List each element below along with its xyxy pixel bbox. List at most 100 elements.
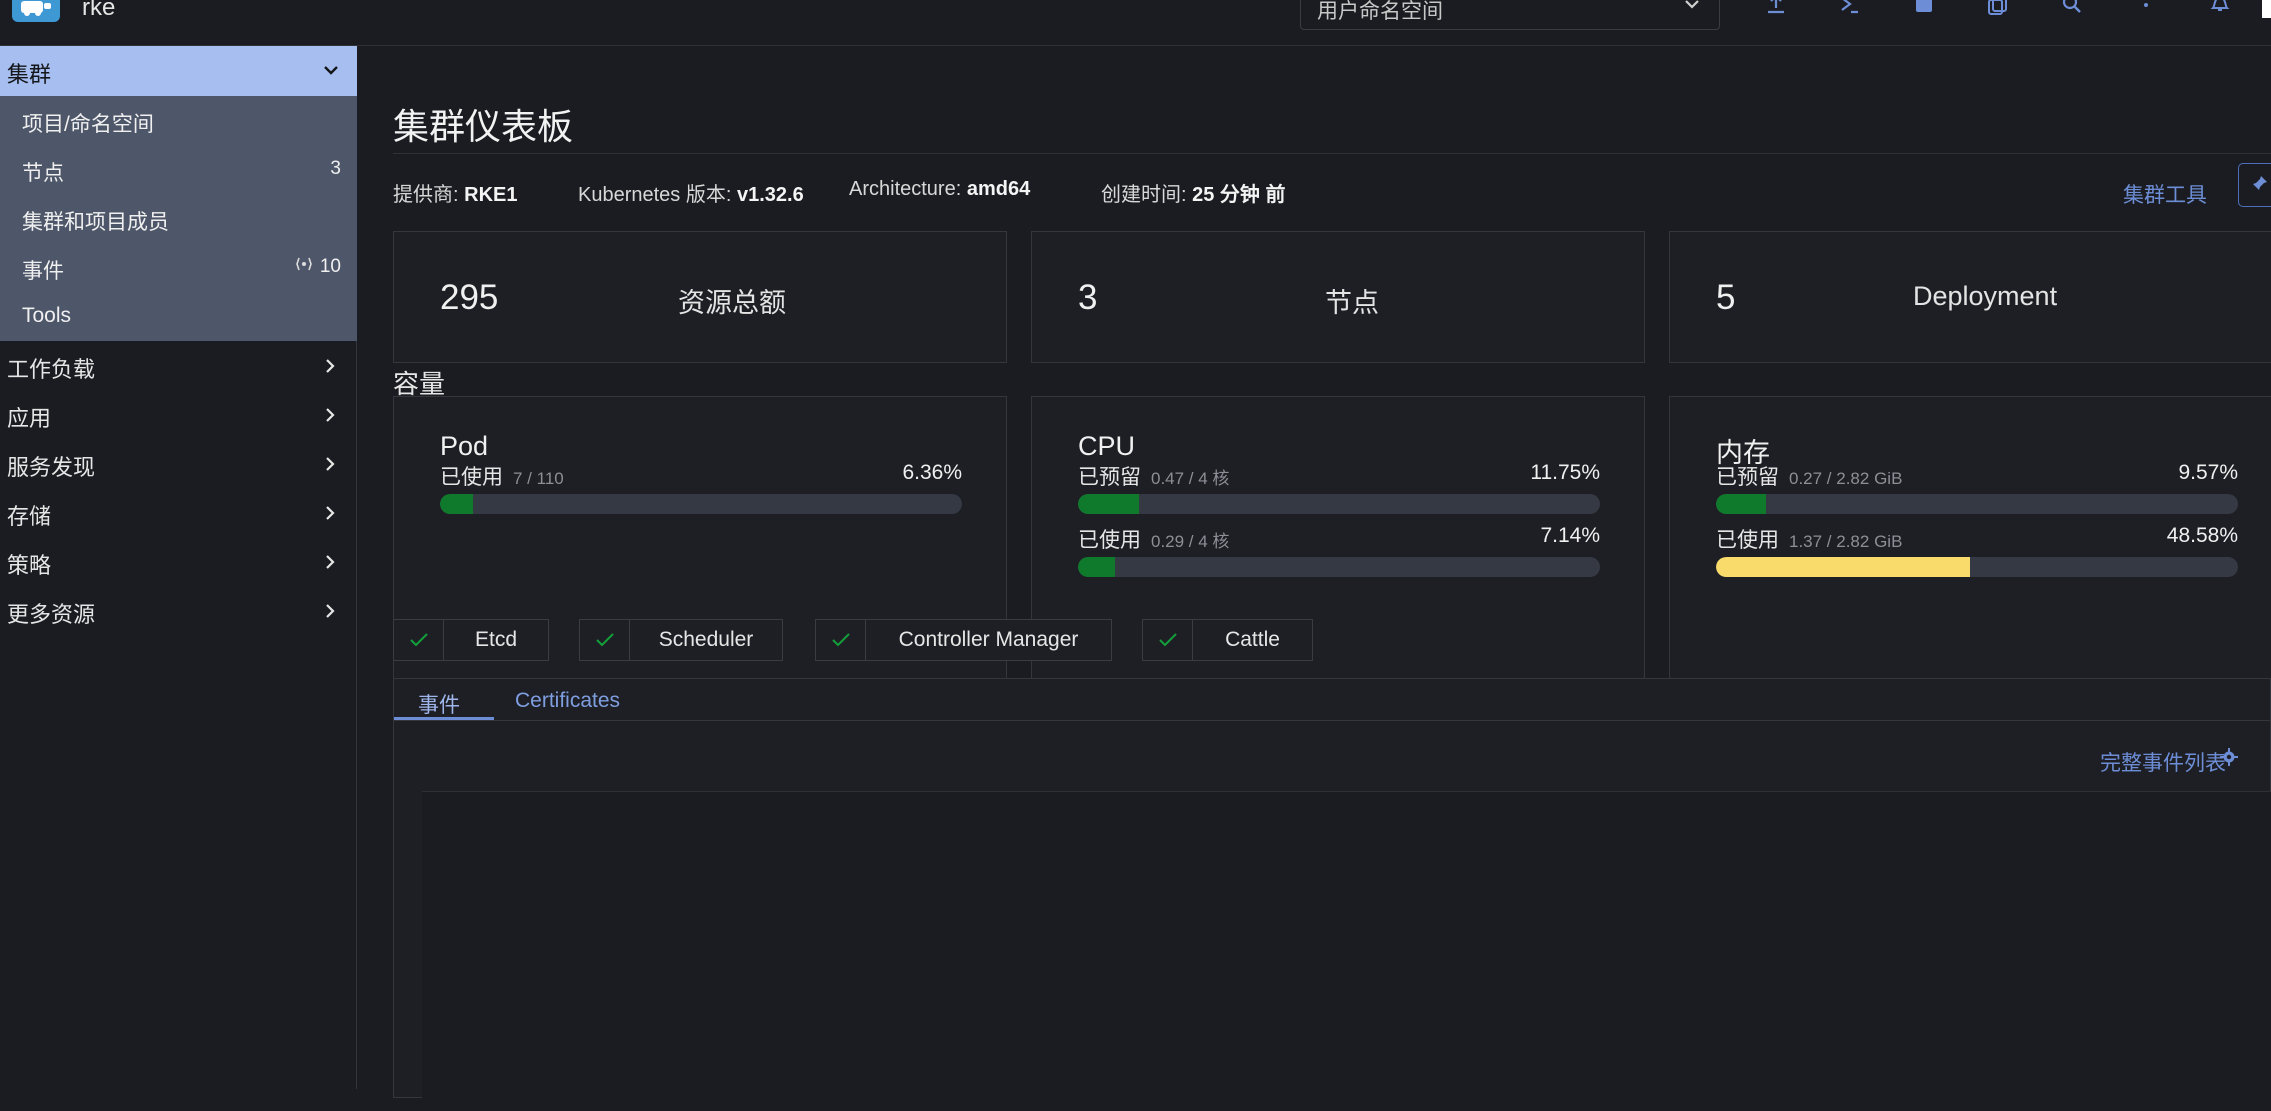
namespace-select-value: 用户命名空间 [1317, 0, 1443, 23]
sidebar-group-label: 集群 [7, 62, 52, 87]
component-name: Scheduler [658, 628, 754, 651]
sidebar-item-label: 存储 [7, 504, 52, 529]
stat-card-deployments[interactable]: 5 Deployment [1669, 231, 2271, 363]
meter-label-text: 已使用 [1716, 529, 1779, 552]
sidebar-item-count: 10 [319, 256, 341, 277]
bell-icon[interactable] [2208, 0, 2236, 18]
event-stream-icon [295, 255, 313, 278]
meter-label: 已使用 1.37 / 2.82 GiB [1716, 524, 1902, 554]
component-name: Etcd [474, 628, 518, 651]
meter-track [1716, 557, 2238, 577]
meter-track [440, 494, 962, 514]
meter-fill [1716, 494, 1766, 514]
sidebar-item-more-resources[interactable]: 更多资源 [0, 586, 357, 635]
stat-value: 3 [1078, 278, 1098, 317]
cluster-name[interactable]: rke [82, 0, 115, 22]
stat-label: Deployment [1913, 281, 2058, 311]
meter-label: 已使用 0.29 / 4 核 [1078, 524, 1229, 554]
tab-strip: 事件 Certificates [394, 679, 2271, 721]
chevron-right-icon [321, 600, 339, 626]
main-content: 集群仪表板 提供商: RKE1 Kubernetes 版本: v1.32.6 A… [358, 46, 2271, 1111]
full-event-list-link[interactable]: 完整事件列表 [2100, 747, 2226, 777]
meta-arch-value: amd64 [966, 178, 1031, 200]
sidebar-item-workloads[interactable]: 工作负载 [0, 341, 357, 390]
sidebar-item-storage[interactable]: 存储 [0, 488, 357, 537]
sidebar-item-label: 集群和项目成员 [22, 211, 169, 234]
sidebar-item-service-discovery[interactable]: 服务发现 [0, 439, 357, 488]
meter-percent: 6.36% [902, 461, 962, 484]
meter-fill [1078, 557, 1116, 577]
tab-events[interactable]: 事件 [418, 689, 460, 719]
meter-track [1078, 557, 1600, 577]
sidebar-item-label: Tools [22, 304, 72, 327]
sidebar-item-label: 工作负载 [7, 357, 96, 382]
chevron-right-icon [321, 355, 339, 381]
stat-label: 节点 [1325, 288, 1379, 318]
sidebar-item-nodes[interactable]: 节点 3 [0, 145, 357, 194]
check-icon [816, 620, 866, 660]
sidebar-item-members[interactable]: 集群和项目成员 [0, 194, 357, 243]
sidebar-item-tools[interactable]: Tools [0, 292, 357, 341]
meter-track [1716, 494, 2238, 514]
meta-provider-value: RKE1 [464, 184, 518, 206]
upload-icon[interactable] [1764, 0, 1792, 18]
sidebar-item-events[interactable]: 事件 10 [0, 243, 357, 292]
component-name: Controller Manager [898, 628, 1079, 651]
meta-k8s-label: Kubernetes 版本: [578, 184, 732, 206]
sidebar-item-policy[interactable]: 策略 [0, 537, 357, 586]
pin-icon [2251, 174, 2269, 197]
chevron-right-icon [321, 502, 339, 528]
chevron-right-icon [321, 551, 339, 577]
meta-arch-label: Architecture: [849, 178, 962, 200]
meter-sub: 0.47 / 4 核 [1151, 469, 1230, 488]
memory-used-meter: 已使用 1.37 / 2.82 GiB 48.58% [1716, 524, 2238, 584]
sidebar-item-projects-namespaces[interactable]: 项目/命名空间 [0, 96, 357, 145]
sidebar-item-label: 服务发现 [7, 455, 96, 480]
check-icon [1143, 620, 1193, 660]
pin-button[interactable] [2238, 163, 2271, 207]
stat-value: 295 [440, 278, 499, 317]
cluster-tools-link[interactable]: 集群工具 [2123, 179, 2207, 209]
sidebar-item-count: 3 [330, 158, 341, 179]
meter-label-text: 已使用 [1078, 529, 1141, 552]
namespace-select[interactable]: 用户命名空间 [1300, 0, 1720, 30]
meter-percent: 9.57% [2178, 461, 2238, 484]
stat-value: 5 [1716, 278, 1736, 317]
capacity-title: Pod [440, 431, 489, 461]
meta-provider-label: 提供商: [393, 184, 459, 206]
check-icon [394, 620, 444, 660]
meta-created-label: 创建时间: [1101, 184, 1187, 206]
meter-sub: 0.29 / 4 核 [1151, 532, 1230, 551]
sidebar-group-cluster[interactable]: 集群 [0, 46, 357, 96]
memory-reserved-meter: 已预留 0.27 / 2.82 GiB 9.57% [1716, 461, 2238, 521]
page-title: 集群仪表板 [393, 106, 574, 147]
meter-label-text: 已预留 [1078, 466, 1141, 489]
kubectl-shell-icon[interactable] [1838, 0, 1866, 18]
meter-fill [1716, 557, 1970, 577]
sidebar-item-label: 节点 [22, 162, 64, 185]
meter-label: 已预留 0.27 / 2.82 GiB [1716, 461, 1902, 491]
meter-percent: 7.14% [1540, 524, 1600, 547]
meter-label: 已预留 0.47 / 4 核 [1078, 461, 1229, 491]
cluster-logo-icon[interactable] [12, 0, 60, 22]
capacity-title: CPU [1078, 431, 1136, 461]
stat-card-nodes[interactable]: 3 节点 [1031, 231, 1645, 363]
top-header: rke 用户命名空间 [0, 0, 2271, 46]
meter-track [1078, 494, 1600, 514]
sidebar-item-apps[interactable]: 应用 [0, 390, 357, 439]
events-table-area [422, 791, 2271, 1111]
more-vertical-icon[interactable] [2134, 0, 2162, 18]
meta-architecture: Architecture: amd64 [849, 178, 1030, 201]
chevron-down-icon [321, 60, 341, 86]
gear-icon[interactable] [2219, 747, 2239, 772]
file-icon[interactable] [1912, 0, 1940, 18]
pod-used-meter: 已使用 7 / 110 6.36% [440, 461, 962, 521]
chevron-right-icon [321, 404, 339, 430]
tab-certificates[interactable]: Certificates [515, 689, 620, 713]
search-icon[interactable] [2060, 0, 2088, 18]
meta-k8s-value: v1.32.6 [736, 184, 804, 206]
meter-fill [1078, 494, 1140, 514]
stat-card-resources[interactable]: 295 资源总额 [393, 231, 1007, 363]
component-name: Cattle [1225, 628, 1280, 651]
copy-icon[interactable] [1986, 0, 2014, 18]
